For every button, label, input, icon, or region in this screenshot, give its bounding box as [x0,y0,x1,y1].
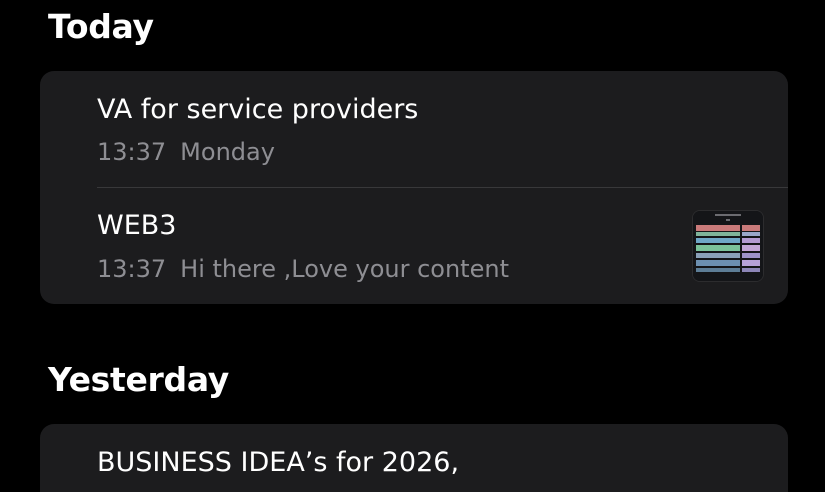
spreadsheet-thumbnail-icon [692,210,764,282]
spreadsheet-thumbnail-graphic [693,211,763,281]
note-time: 13:37 [97,138,167,166]
notes-group-today: VA for service providers 13:37 Monday WEB… [40,71,788,304]
notes-list-screen: Today VA for service providers 13:37 Mond… [0,0,825,492]
note-meta: 13:37 Monday [97,140,275,164]
note-preview: Monday [180,138,275,166]
note-time: 13:37 [97,255,167,283]
note-item-web3[interactable]: WEB3 13:37 Hi there ,Love your content [97,188,788,304]
note-preview: Hi there ,Love your content [180,255,509,283]
note-title: WEB3 [97,210,177,241]
section-title-today: Today [48,7,154,46]
note-title: VA for service providers [97,94,419,125]
note-item-va-for-service-providers[interactable]: VA for service providers 13:37 Monday [97,71,788,187]
notes-group-yesterday: BUSINESS IDEA’s for 2026, [40,424,788,492]
note-meta: 13:37 Hi there ,Love your content [97,257,509,281]
section-title-yesterday: Yesterday [48,360,230,399]
note-title: BUSINESS IDEA’s for 2026, [97,447,460,478]
note-item-business-ideas[interactable]: BUSINESS IDEA’s for 2026, [97,424,788,492]
